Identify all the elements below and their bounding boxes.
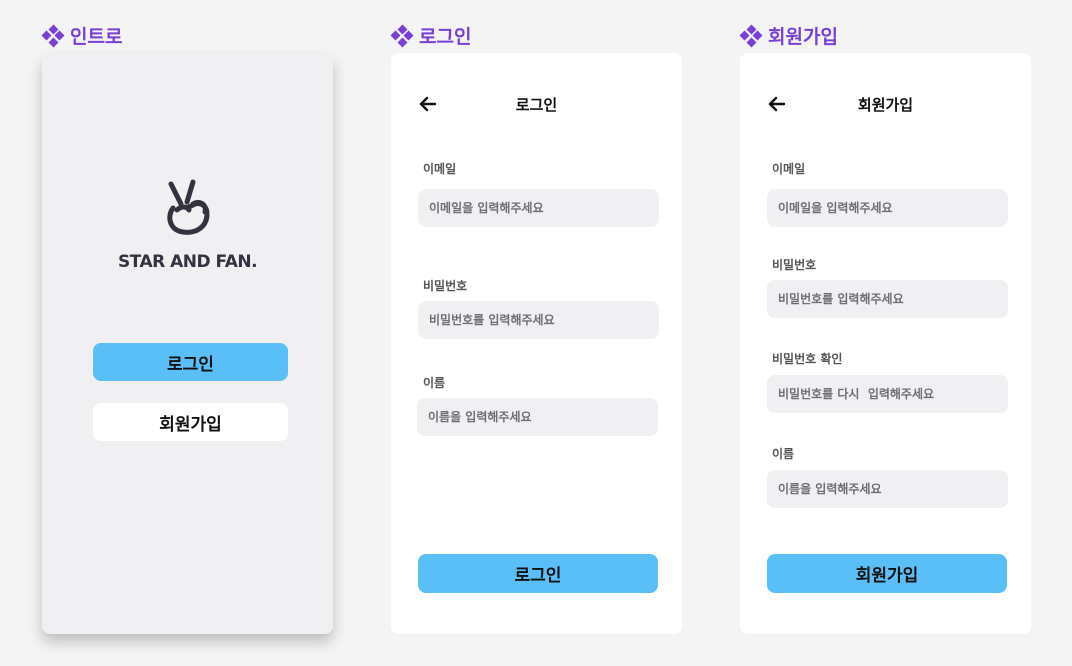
diamond-cluster-icon: [41, 24, 65, 47]
section-title-intro: 인트로: [41, 22, 123, 49]
email-label: 이메일: [772, 162, 806, 176]
section-title-login-text: 로그인: [419, 26, 472, 48]
name-field[interactable]: [767, 470, 1008, 508]
email-label: 이메일: [423, 162, 457, 176]
email-field[interactable]: [418, 189, 659, 227]
signup-header: 회원가입: [740, 91, 1031, 117]
password-label: 비밀번호: [772, 258, 817, 272]
section-title-intro-text: 인트로: [70, 26, 123, 48]
logo-text: STAR AND FAN.: [117, 252, 258, 272]
page-title: 회원가입: [857, 96, 914, 114]
login-screen: 로그인 이메일 비밀번호 이름 로그인: [391, 53, 682, 634]
app-logo: STAR AND FAN.: [42, 178, 333, 272]
login-header: 로그인: [391, 91, 682, 117]
section-title-signup-text: 회원가입: [768, 26, 838, 48]
page-title: 로그인: [515, 96, 558, 114]
password-confirm-field[interactable]: [767, 375, 1008, 413]
email-field[interactable]: [767, 189, 1008, 227]
password-label: 비밀번호: [423, 279, 468, 293]
signup-screen: 회원가입 이메일 비밀번호 비밀번호 확인 이름 회원가입: [740, 53, 1031, 634]
section-title-login: 로그인: [390, 22, 472, 49]
v-hand-logo-icon: [166, 179, 209, 235]
intro-screen: STAR AND FAN. 로그인 회원가입: [42, 53, 333, 634]
login-button[interactable]: 로그인: [418, 554, 658, 593]
intro-login-button[interactable]: 로그인: [93, 343, 288, 381]
diamond-cluster-icon: [390, 24, 414, 47]
password-field[interactable]: [418, 301, 659, 339]
password-confirm-label: 비밀번호 확인: [772, 352, 843, 366]
section-title-signup: 회원가입: [739, 22, 838, 49]
password-field[interactable]: [767, 280, 1008, 318]
name-field[interactable]: [417, 398, 658, 436]
diamond-cluster-icon: [739, 24, 763, 47]
name-label: 이름: [772, 447, 795, 461]
intro-signup-button[interactable]: 회원가입: [93, 403, 288, 441]
name-label: 이름: [423, 376, 446, 390]
signup-button[interactable]: 회원가입: [767, 554, 1007, 593]
